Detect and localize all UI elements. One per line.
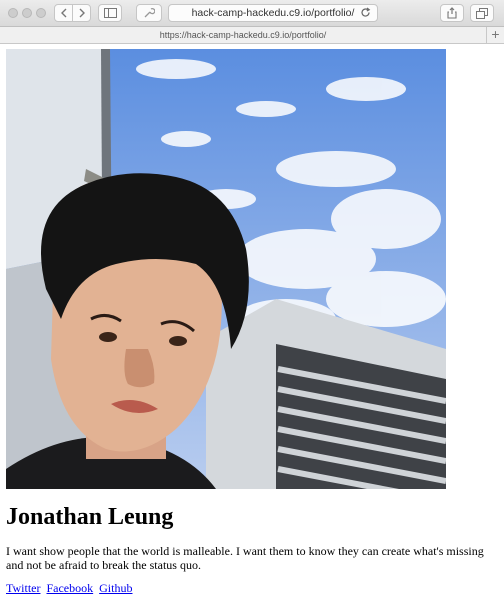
chevron-right-icon (79, 8, 85, 18)
wrench-icon (144, 7, 155, 18)
profile-name: Jonathan Leung (6, 504, 174, 530)
forward-button[interactable] (72, 4, 91, 22)
extension-button[interactable] (136, 4, 162, 22)
tab-bar: https://hack-camp-hackedu.c9.io/portfoli… (0, 27, 504, 44)
github-link[interactable]: Github (99, 581, 132, 595)
tabs-icon (476, 7, 488, 19)
close-window-button[interactable] (8, 8, 18, 18)
profile-photo (6, 49, 446, 489)
share-button[interactable] (440, 4, 464, 22)
sidebar-button[interactable] (98, 4, 122, 22)
reload-icon[interactable] (360, 7, 371, 23)
tab-url[interactable]: https://hack-camp-hackedu.c9.io/portfoli… (0, 27, 486, 43)
share-icon (447, 7, 457, 19)
new-tab-button[interactable]: + (486, 27, 504, 43)
address-bar[interactable]: hack-camp-hackedu.c9.io/portfolio/ (168, 4, 378, 22)
twitter-link[interactable]: Twitter (6, 581, 40, 595)
address-text: hack-camp-hackedu.c9.io/portfolio/ (191, 7, 355, 19)
chevron-left-icon (60, 8, 66, 18)
sidebar-icon (103, 8, 117, 18)
back-button[interactable] (54, 4, 73, 22)
facebook-link[interactable]: Facebook (46, 581, 93, 595)
zoom-window-button[interactable] (36, 8, 46, 18)
minimize-window-button[interactable] (22, 8, 32, 18)
social-links: Twitter Facebook Github (6, 581, 135, 596)
browser-toolbar: hack-camp-hackedu.c9.io/portfolio/ (0, 0, 504, 27)
profile-bio: I want show people that the world is mal… (6, 544, 484, 572)
tabs-overview-button[interactable] (470, 4, 494, 22)
